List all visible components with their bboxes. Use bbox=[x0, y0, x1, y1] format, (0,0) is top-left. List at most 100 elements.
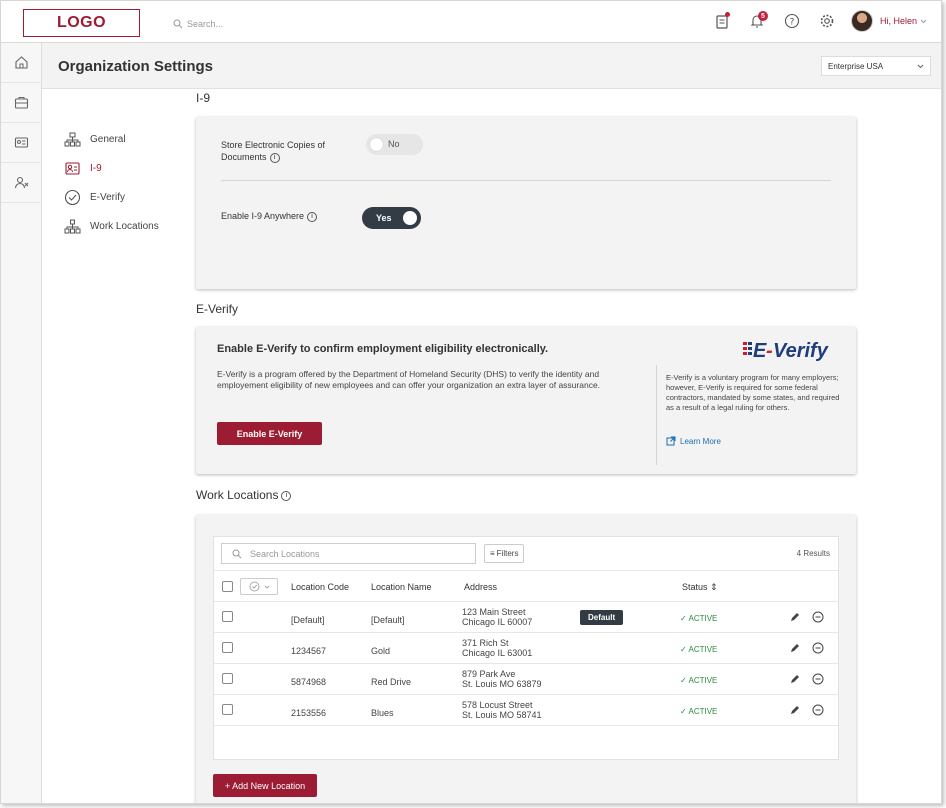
remove-icon[interactable] bbox=[812, 704, 824, 716]
organization-select[interactable]: Enterprise USA bbox=[821, 56, 931, 76]
location-code: 1234567 bbox=[291, 646, 327, 656]
toggle-knob bbox=[370, 138, 383, 151]
rail-briefcase[interactable] bbox=[1, 83, 42, 123]
location-name: Gold bbox=[371, 646, 391, 656]
filter-icon: ≡ bbox=[490, 549, 495, 558]
row-checkbox[interactable] bbox=[222, 611, 233, 622]
info-icon[interactable]: i bbox=[269, 152, 280, 163]
chevron-down-icon bbox=[920, 19, 927, 23]
select-all-checkbox[interactable] bbox=[222, 581, 233, 592]
table-row[interactable]: [Default] [Default] 123 Main Street Chicago… bbox=[214, 602, 838, 633]
status-badge: ✓ ACTIVE bbox=[680, 676, 718, 685]
location-name: Blues bbox=[371, 708, 394, 718]
rail-home[interactable] bbox=[1, 43, 42, 83]
add-location-button[interactable]: + Add New Location bbox=[213, 774, 317, 797]
check-icon: ✓ bbox=[680, 645, 687, 654]
search-icon bbox=[232, 549, 242, 558]
app-window: LOGO Search... 5 ? Hi, Helen Organizatio… bbox=[0, 0, 942, 804]
organization-select-value: Enterprise USA bbox=[828, 61, 884, 71]
user-menu[interactable]: Hi, Helen bbox=[880, 16, 927, 26]
i9-anywhere-label: Enable I-9 Anywhere i bbox=[221, 210, 318, 222]
store-copies-label: Store Electronic Copies of Documents i bbox=[221, 140, 326, 163]
chevron-down-icon bbox=[917, 64, 924, 68]
table-row[interactable]: 5874968 Red Drive 879 Park Ave St. Louis MO… bbox=[214, 664, 838, 695]
search-icon bbox=[173, 19, 183, 29]
column-header-address[interactable]: Address bbox=[464, 582, 497, 592]
notification-badge: 5 bbox=[757, 11, 768, 21]
location-address: 578 Locust Street St. Louis MO 58741 bbox=[462, 700, 542, 720]
sidebar-item-general[interactable]: General bbox=[64, 125, 159, 154]
top-bar: LOGO Search... 5 ? Hi, Helen bbox=[1, 1, 941, 43]
sort-icon: ⇕ bbox=[710, 582, 718, 592]
edit-icon[interactable] bbox=[790, 612, 800, 622]
svg-text:E: E bbox=[753, 340, 767, 362]
table-header: Location Code Location Name Address Stat… bbox=[214, 570, 838, 602]
learn-more-link[interactable]: Learn More bbox=[666, 436, 721, 446]
sidebar-item-everify[interactable]: E-Verify bbox=[64, 183, 159, 212]
toggle-state: No bbox=[388, 139, 400, 149]
everify-description: E-Verify is a program offered by the Dep… bbox=[217, 369, 601, 390]
logo[interactable]: LOGO bbox=[23, 9, 140, 37]
rail-id-card[interactable] bbox=[1, 123, 42, 163]
i9-card: Store Electronic Copies of Documents i No… bbox=[196, 117, 856, 289]
table-row[interactable]: 1234567 Gold 371 Rich St Chicago IL 63001 ✓ … bbox=[214, 633, 838, 664]
remove-icon[interactable] bbox=[812, 673, 824, 685]
remove-icon[interactable] bbox=[812, 642, 824, 654]
sitemap-icon bbox=[64, 219, 81, 234]
bulk-action-select[interactable] bbox=[240, 578, 278, 595]
work-locations-card: Search Locations ≡ Filters 4 Results Loca… bbox=[196, 515, 856, 803]
edit-icon[interactable] bbox=[790, 705, 800, 715]
global-search[interactable]: Search... bbox=[173, 19, 223, 29]
filters-button[interactable]: ≡ Filters bbox=[484, 544, 525, 563]
row-checkbox[interactable] bbox=[222, 673, 233, 684]
home-icon bbox=[15, 56, 28, 69]
column-header-code[interactable]: Location Code bbox=[291, 582, 349, 592]
check-icon: ✓ bbox=[680, 707, 687, 716]
edit-icon[interactable] bbox=[790, 674, 800, 684]
check-icon: ✓ bbox=[680, 614, 687, 623]
row-checkbox[interactable] bbox=[222, 704, 233, 715]
status-badge: ✓ ACTIVE bbox=[680, 614, 718, 623]
avatar[interactable] bbox=[850, 10, 873, 32]
tasks-icon[interactable] bbox=[711, 10, 733, 32]
rail-user-remove[interactable] bbox=[1, 163, 42, 203]
everify-card: Enable E-Verify to confirm employment el… bbox=[196, 327, 856, 474]
sidebar-item-label: General bbox=[90, 134, 126, 145]
edit-icon[interactable] bbox=[790, 643, 800, 653]
locations-search-input[interactable]: Search Locations bbox=[221, 543, 476, 564]
settings-nav: General I-9 E-Verify Work Locations bbox=[64, 125, 159, 241]
i9-anywhere-toggle[interactable]: Yes bbox=[362, 207, 421, 229]
org-chart-icon bbox=[64, 132, 81, 147]
info-icon[interactable]: i bbox=[281, 490, 292, 501]
svg-text:Verify: Verify bbox=[773, 340, 829, 362]
store-copies-toggle[interactable]: No bbox=[366, 134, 423, 155]
user-greeting: Hi, Helen bbox=[879, 16, 917, 26]
column-header-status[interactable]: Status ⇕ bbox=[682, 582, 718, 592]
default-badge: Default bbox=[580, 610, 624, 625]
sidebar-item-i9[interactable]: I-9 bbox=[64, 154, 159, 183]
table-row[interactable]: 2153556 Blues 578 Locust Street St. Louis M… bbox=[214, 695, 838, 726]
search-placeholder: Search Locations bbox=[250, 548, 320, 559]
gear-icon[interactable] bbox=[816, 10, 838, 32]
info-icon[interactable]: i bbox=[307, 211, 318, 222]
location-code: 5874968 bbox=[291, 677, 327, 687]
id-card-icon bbox=[14, 137, 29, 148]
bell-icon[interactable]: 5 bbox=[746, 10, 768, 32]
status-badge: ✓ ACTIVE bbox=[680, 707, 718, 716]
toggle-state: Yes bbox=[376, 213, 392, 223]
divider bbox=[221, 180, 831, 181]
sidebar-item-work-locations[interactable]: Work Locations bbox=[64, 212, 159, 241]
svg-text:-: - bbox=[766, 340, 773, 362]
remove-icon[interactable] bbox=[812, 611, 824, 623]
help-icon[interactable]: ? bbox=[781, 10, 803, 32]
enable-everify-button[interactable]: Enable E-Verify bbox=[217, 422, 322, 445]
location-code: 2153556 bbox=[291, 708, 327, 718]
divider bbox=[656, 365, 657, 465]
column-header-name[interactable]: Location Name bbox=[371, 582, 432, 592]
toggle-knob bbox=[403, 211, 417, 225]
user-remove-icon bbox=[14, 176, 29, 189]
check-icon: ✓ bbox=[680, 676, 687, 685]
sidebar-item-label: I-9 bbox=[90, 163, 102, 174]
row-checkbox[interactable] bbox=[222, 642, 233, 653]
i9-section-title: I-9 bbox=[196, 91, 211, 105]
